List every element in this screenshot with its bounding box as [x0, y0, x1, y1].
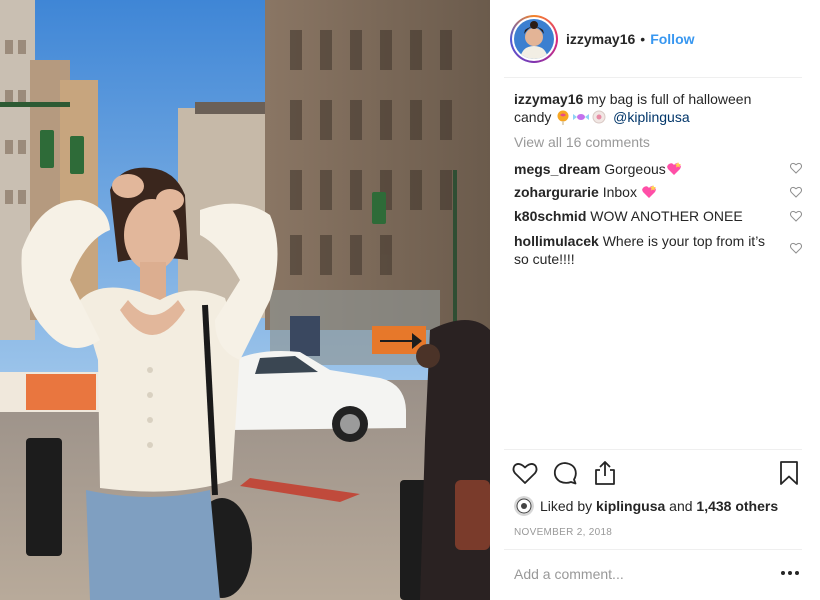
comment-text: Inbox — [602, 184, 637, 200]
heart-icon[interactable] — [512, 460, 538, 486]
kipling-logo-icon — [514, 496, 534, 516]
comment-like-heart-icon[interactable] — [790, 242, 802, 254]
header-divider — [504, 77, 802, 78]
comment-item: megs_dream Gorgeous — [514, 160, 774, 178]
post-caption: izzymay16 my bag is full of halloween ca… — [514, 90, 774, 126]
comment-username[interactable]: megs_dream — [514, 161, 600, 177]
comment-text: Gorgeous — [604, 161, 666, 177]
comment-item: zohargurarie Inbox — [514, 183, 774, 201]
comment-username[interactable]: k80schmid — [514, 208, 586, 224]
likes-prefix: Liked by — [540, 498, 593, 514]
sparkling-heart-emoji-icon — [666, 161, 682, 177]
bookmark-icon[interactable] — [776, 460, 802, 486]
view-all-comments-link[interactable]: View all 16 comments — [514, 134, 650, 150]
post-header: izzymay16 • Follow — [510, 14, 800, 64]
add-comment-input[interactable] — [514, 564, 754, 584]
post-date: NOVEMBER 2, 2018 — [514, 527, 613, 538]
comment-username[interactable]: zohargurarie — [514, 184, 599, 200]
comment-like-heart-icon[interactable] — [790, 210, 802, 222]
candy-emoji-icon — [573, 109, 590, 125]
comment-item: k80schmid WOW ANOTHER ONEE — [514, 207, 774, 225]
comment-like-heart-icon[interactable] — [790, 162, 802, 174]
liker-username[interactable]: kiplingusa — [596, 498, 665, 514]
sparkling-heart-emoji-icon — [641, 184, 657, 200]
actions-divider — [504, 449, 802, 450]
post-photo[interactable] — [0, 0, 490, 600]
more-options-icon[interactable] — [780, 566, 800, 580]
post-action-bar — [512, 460, 802, 488]
caption-mention[interactable]: @kiplingusa — [613, 109, 689, 125]
likes-others-count[interactable]: 1,438 others — [696, 498, 778, 514]
comment-divider — [504, 549, 802, 550]
follow-button[interactable]: Follow — [650, 31, 694, 47]
comment-like-heart-icon[interactable] — [790, 186, 802, 198]
likes-joiner: and — [669, 498, 693, 514]
author-avatar-image — [514, 19, 554, 59]
comment-username[interactable]: hollimulacek — [514, 233, 599, 249]
comment-text: WOW ANOTHER ONEE — [590, 208, 743, 224]
share-icon[interactable] — [592, 460, 618, 486]
header-separator: • — [640, 31, 646, 47]
author-avatar[interactable] — [510, 15, 558, 63]
comment-bubble-icon[interactable] — [552, 460, 578, 486]
likes-summary: Liked by kiplingusa and 1,438 others — [514, 496, 778, 516]
author-username[interactable]: izzymay16 — [566, 31, 635, 47]
street-photo-image — [0, 0, 490, 600]
candy-emoji-2-icon — [591, 109, 607, 125]
post-details-panel: izzymay16 • Follow izzymay16 my bag is f… — [490, 0, 820, 600]
liker-avatar[interactable] — [514, 496, 534, 516]
lollipop-emoji-icon — [555, 109, 571, 125]
caption-username[interactable]: izzymay16 — [514, 91, 583, 107]
comment-item: hollimulacek Where is your top from it’s… — [514, 232, 774, 268]
